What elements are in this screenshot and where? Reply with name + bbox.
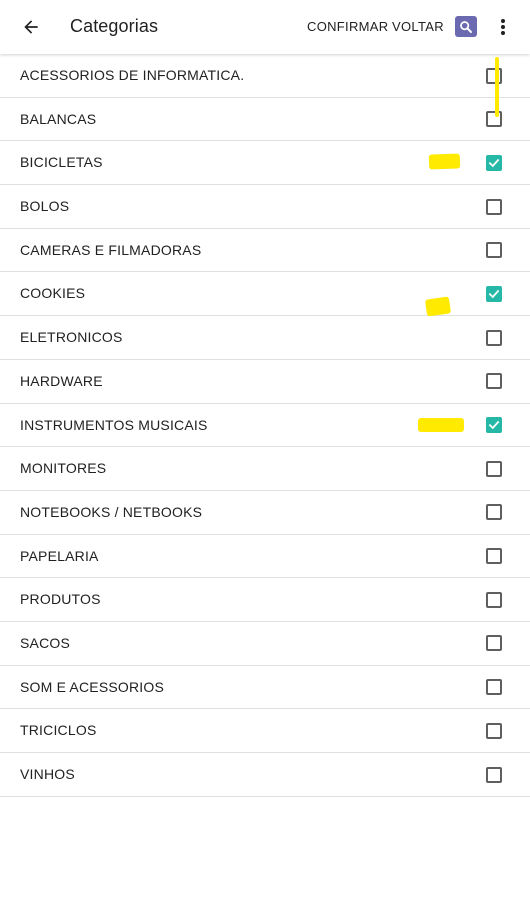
category-label: CAMERAS E FILMADORAS xyxy=(20,241,202,258)
category-list: ACESSORIOS DE INFORMATICA. BALANCAS BICICL… xyxy=(0,54,530,797)
category-checkbox[interactable] xyxy=(486,154,502,171)
category-row[interactable]: ELETRONICOS xyxy=(0,316,530,360)
category-row[interactable]: COOKIES xyxy=(0,272,530,317)
category-label: COOKIES xyxy=(20,285,86,302)
search-button[interactable] xyxy=(455,16,477,37)
category-row[interactable]: INSTRUMENTOS MUSICAIS xyxy=(0,404,530,448)
more-options-button[interactable] xyxy=(492,14,514,40)
category-label: INSTRUMENTOS MUSICAIS xyxy=(20,416,208,433)
category-row[interactable]: NOTEBOOKS / NETBOOKS xyxy=(0,491,530,535)
category-row[interactable]: PAPELARIA xyxy=(0,535,530,579)
category-checkbox[interactable] xyxy=(486,504,502,521)
more-vert-icon xyxy=(501,19,505,35)
category-label: BOLOS xyxy=(20,198,70,215)
category-row[interactable]: BOLOS xyxy=(0,185,530,229)
category-row[interactable]: PRODUTOS xyxy=(0,578,530,622)
category-label: MONITORES xyxy=(20,460,107,477)
arrow-left-icon xyxy=(24,20,38,34)
category-row[interactable]: VINHOS xyxy=(0,753,530,797)
category-label: ELETRONICOS xyxy=(20,329,123,346)
category-label: SACOS xyxy=(20,634,71,651)
search-icon xyxy=(460,20,472,33)
category-row[interactable]: TRICICLOS xyxy=(0,709,530,753)
category-checkbox[interactable] xyxy=(486,329,502,346)
category-checkbox[interactable] xyxy=(486,242,502,259)
category-row[interactable]: CAMERAS E FILMADORAS xyxy=(0,229,530,273)
back-arrow-button[interactable] xyxy=(14,11,48,43)
category-checkbox[interactable] xyxy=(486,417,502,433)
category-checkbox[interactable] xyxy=(486,460,502,477)
category-row[interactable]: SOM E ACESSORIOS xyxy=(0,666,530,710)
category-row[interactable]: BICICLETAS xyxy=(0,141,530,186)
category-label: BICICLETAS xyxy=(20,154,103,171)
category-label: NOTEBOOKS / NETBOOKS xyxy=(20,503,203,520)
category-checkbox[interactable] xyxy=(486,766,502,783)
category-label: BALANCAS xyxy=(20,110,97,127)
category-checkbox[interactable] xyxy=(486,373,502,390)
category-row[interactable]: MONITORES xyxy=(0,447,530,491)
check-icon xyxy=(488,420,500,430)
app-bar: Categorias CONFIRMAR VOLTAR xyxy=(0,0,530,54)
category-checkbox[interactable] xyxy=(486,198,502,215)
category-checkbox[interactable] xyxy=(486,679,502,696)
category-checkbox[interactable] xyxy=(486,111,502,128)
category-checkbox[interactable] xyxy=(486,285,502,302)
category-label: PRODUTOS xyxy=(20,591,101,608)
category-label: TRICICLOS xyxy=(20,722,97,739)
category-row[interactable]: ACESSORIOS DE INFORMATICA. xyxy=(0,54,530,98)
category-label: ACESSORIOS DE INFORMATICA. xyxy=(20,67,245,83)
category-checkbox[interactable] xyxy=(486,722,502,739)
category-checkbox[interactable] xyxy=(486,548,502,565)
category-label: VINHOS xyxy=(20,766,75,782)
check-icon xyxy=(488,289,500,299)
check-icon xyxy=(488,158,500,168)
category-row[interactable]: HARDWARE xyxy=(0,360,530,404)
category-label: SOM E ACESSORIOS xyxy=(20,678,165,695)
category-row[interactable]: BALANCAS xyxy=(0,98,530,142)
category-label: HARDWARE xyxy=(20,372,103,389)
back-button[interactable]: VOLTAR xyxy=(392,19,444,34)
category-label: PAPELARIA xyxy=(20,547,99,564)
page-title: Categorias xyxy=(70,16,159,36)
category-checkbox[interactable] xyxy=(486,67,502,84)
confirm-button[interactable]: CONFIRMAR xyxy=(307,19,388,34)
category-checkbox[interactable] xyxy=(486,635,502,652)
category-checkbox[interactable] xyxy=(486,591,502,608)
category-row[interactable]: SACOS xyxy=(0,622,530,666)
